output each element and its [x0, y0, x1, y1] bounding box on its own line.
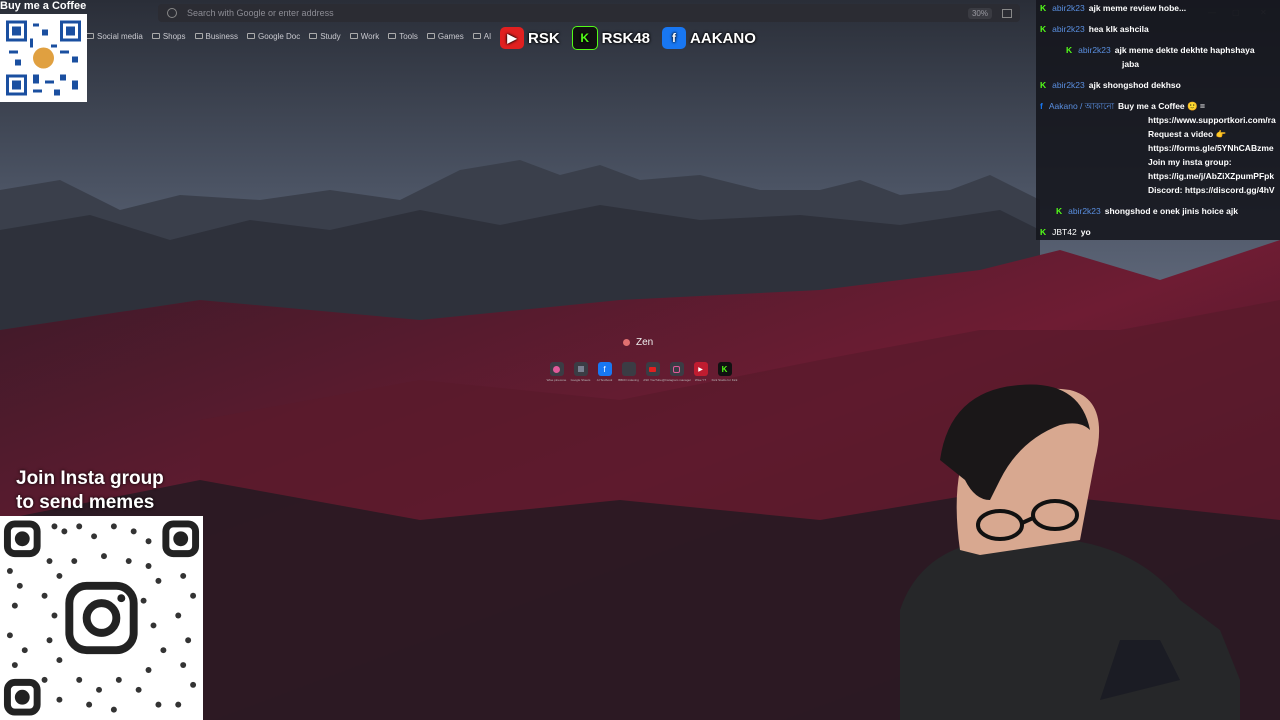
- shortcut-tile[interactable]: @Instagram manager: [662, 362, 691, 382]
- youtube-badge: ▶ RSK: [500, 27, 560, 49]
- chat-message-continuation: jaba: [1122, 59, 1140, 69]
- chat-message: Kabir2k23 ajk meme dekte dekhte haphshaya: [1066, 45, 1255, 55]
- sheets-icon: [573, 362, 588, 376]
- kick-icon: K: [1040, 24, 1047, 34]
- kick-icon: K: [1066, 45, 1073, 55]
- bookmark-folder[interactable]: Business: [194, 32, 238, 41]
- shortcut-tile[interactable]: f AI Textbook: [596, 362, 613, 382]
- chat-message-continuation: https://forms.gle/5YNhCABzme: [1148, 143, 1274, 153]
- bookmark-folder[interactable]: Social media: [86, 32, 143, 41]
- chat-message-continuation: https://ig.me/j/AbZiXZpumPFpk: [1148, 171, 1275, 181]
- kick-badge: K RSK48: [571, 26, 650, 50]
- chat-message: Kabir2k23 ajk meme review hobe...: [1040, 3, 1187, 13]
- social-badges: ▶ RSK K RSK48 f AAKANO: [500, 26, 756, 50]
- bookmark-folder[interactable]: Work: [349, 32, 379, 41]
- streamer-webcam: [900, 384, 1240, 720]
- folder-icon: [472, 33, 481, 39]
- youtube-icon: ▶: [500, 27, 524, 49]
- kick-icon: K: [1040, 227, 1047, 237]
- generic-site-icon: [621, 362, 636, 376]
- kick-icon: K: [1040, 80, 1047, 90]
- chat-message: Kabir2k23 ajk shongshod dekhso: [1040, 80, 1181, 90]
- address-bar[interactable]: Search with Google or enter address 30%: [158, 4, 1020, 22]
- folder-icon: [309, 33, 318, 39]
- bookmark-folder[interactable]: Games: [426, 32, 464, 41]
- facebook-icon: f: [597, 362, 612, 376]
- coffee-title: Buy me a Coffee: [0, 0, 87, 12]
- facebook-icon: f: [1040, 101, 1043, 111]
- bookmark-folder[interactable]: Study: [309, 32, 341, 41]
- shortcut-tile[interactable]: K Kick Studio for Kick: [712, 362, 737, 382]
- reader-mode-icon[interactable]: [1002, 8, 1012, 18]
- insta-group-caption: Join Insta group to send memes: [16, 468, 164, 513]
- coffee-qr-code: [0, 14, 87, 102]
- bookmark-folder[interactable]: Google Doc: [246, 32, 300, 41]
- search-icon: [167, 8, 177, 18]
- zen-logo-icon: [623, 339, 630, 346]
- folder-icon: [388, 33, 397, 39]
- shortcut-tile[interactable]: ASK YouTube: [643, 362, 662, 382]
- chat-message-continuation: Join my insta group:: [1148, 157, 1232, 167]
- folder-icon: [194, 33, 203, 39]
- bookmark-folder[interactable]: Shops: [151, 32, 186, 41]
- facebook-icon: f: [662, 27, 687, 49]
- chat-message: Kabir2k23 shongshod e onek jinis hoice aj…: [1056, 206, 1238, 216]
- chat-message: Kabir2k23 hea klk ashcila: [1040, 24, 1149, 34]
- zoom-level-button[interactable]: 30%: [967, 7, 992, 19]
- shortcut-tile[interactable]: Google Sheets: [571, 362, 590, 382]
- instagram-icon: [669, 362, 684, 376]
- chat-message-continuation: Request a video 👉: [1148, 129, 1227, 139]
- shortcut-tile[interactable]: Wise pinecone: [547, 362, 566, 382]
- shortcut-tile[interactable]: ▶ Wise YT: [692, 362, 709, 382]
- shortcut-tile[interactable]: BBDO indexing: [618, 362, 639, 382]
- chat-message-continuation: Discord: https://discord.gg/4hV: [1148, 185, 1275, 195]
- folder-icon: [246, 33, 255, 39]
- folder-icon: [86, 33, 94, 39]
- folder-icon: [426, 33, 435, 39]
- bookmarks-bar: Social media Shops Business Google Doc S…: [86, 29, 491, 43]
- pinecone-icon: [549, 362, 564, 376]
- newtab-title: Zen: [623, 337, 653, 348]
- kick-icon: K: [1040, 3, 1047, 13]
- instagram-qr-code: [0, 516, 203, 720]
- folder-icon: [349, 33, 358, 39]
- chat-message: f Aakano / আকানো Buy me a Coffee 🙂 =: [1040, 101, 1205, 111]
- folder-icon: [151, 33, 160, 39]
- live-chat-panel: Kabir2k23 ajk meme review hobe... Kabir2k…: [1036, 0, 1280, 240]
- kick-icon: K: [717, 362, 732, 376]
- kick-icon: K: [571, 26, 598, 50]
- bookmark-folder[interactable]: AI: [472, 32, 491, 41]
- address-input[interactable]: Search with Google or enter address: [187, 8, 968, 18]
- bookmark-folder[interactable]: Tools: [388, 32, 418, 41]
- youtube-icon: [645, 362, 660, 376]
- kick-icon: K: [1056, 206, 1063, 216]
- chat-message: K JBT42 yo: [1040, 227, 1091, 237]
- shortcut-grid: Wise pinecone Google Sheets f AI Textbook…: [547, 362, 737, 382]
- chat-message-continuation: https://www.supportkori.com/ra: [1148, 115, 1276, 125]
- facebook-badge: f AAKANO: [662, 27, 756, 49]
- youtube-icon: ▶: [693, 362, 708, 376]
